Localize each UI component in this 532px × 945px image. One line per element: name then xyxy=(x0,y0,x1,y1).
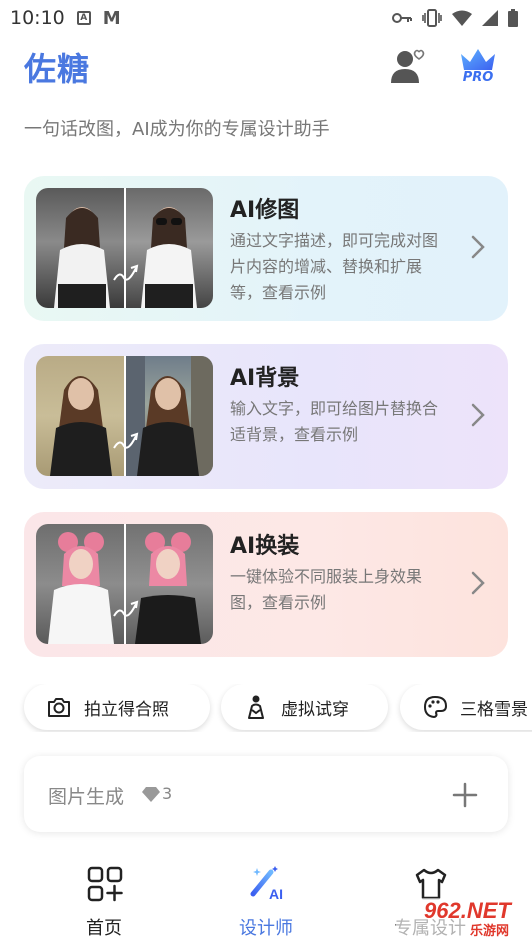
feature-card-ai-background[interactable]: AI背景 输入文字，即可给图片替换合适背景，查看示例 xyxy=(24,344,508,489)
gmail-icon: M xyxy=(102,7,121,29)
before-image xyxy=(36,188,124,308)
app-title: 佐糖 xyxy=(24,50,91,88)
status-left: 10:10 A M xyxy=(10,7,121,29)
chip-label: 拍立得合照 xyxy=(84,699,169,720)
before-after-thumbnail xyxy=(36,188,213,308)
chevron-right-icon xyxy=(471,235,485,259)
person-hanger-icon xyxy=(248,695,264,719)
nav-label: 首页 xyxy=(86,918,122,939)
nav-designer[interactable]: AI 设计师 xyxy=(216,866,316,942)
nav-home[interactable]: 首页 xyxy=(54,866,154,942)
chip-virtual-try-on[interactable]: 虚拟试穿 xyxy=(221,684,388,730)
card-title: AI背景 xyxy=(230,366,300,391)
feature-card-ai-outfit[interactable]: AI换装 一键体验不同服装上身效果图，查看示例 xyxy=(24,512,508,657)
camera-icon xyxy=(48,698,70,717)
before-image xyxy=(36,524,124,644)
vibrate-icon xyxy=(422,9,442,27)
image-divider xyxy=(124,356,126,476)
card-title: AI换装 xyxy=(230,534,300,559)
after-image xyxy=(125,356,213,476)
image-divider xyxy=(124,524,126,644)
status-time: 10:10 xyxy=(10,7,65,29)
site-watermark-logo: 962.NET 乐游网 xyxy=(396,896,532,940)
card-description: 通过文字描述，即可完成对图片内容的增减、替换和扩展等，查看示例 xyxy=(230,231,439,302)
add-icon[interactable] xyxy=(452,782,478,808)
image-generation-label: 图片生成 xyxy=(48,786,125,808)
chip-label: 三格雪景 xyxy=(460,699,528,720)
chevron-right-icon xyxy=(471,571,485,595)
watermark-sub-text: 乐游网 xyxy=(470,924,510,939)
crown-icon xyxy=(461,49,495,70)
ai-magic-wand-icon: AI xyxy=(250,866,283,902)
feature-card-ai-retouch[interactable]: AI修图 通过文字描述，即可完成对图片内容的增减、替换和扩展等，查看示例 xyxy=(24,176,508,321)
image-generation-bar[interactable]: 图片生成 3 xyxy=(24,756,508,832)
card-description: 一键体验不同服装上身效果图，查看示例 xyxy=(230,567,423,612)
chip-triptych-snow[interactable]: 三格雪景 xyxy=(400,684,532,730)
battery-icon xyxy=(508,9,518,27)
notification-a-icon: A xyxy=(76,11,91,25)
magic-arrow-icon xyxy=(113,432,139,449)
before-after-thumbnail xyxy=(36,356,213,476)
palette-icon xyxy=(423,695,448,719)
credit-count: 3 xyxy=(162,784,173,803)
magic-arrow-icon xyxy=(113,264,139,281)
magic-arrow-icon xyxy=(113,600,139,617)
chevron-right-icon xyxy=(471,403,485,427)
before-after-thumbnail xyxy=(36,524,213,644)
image-divider xyxy=(124,188,126,308)
signal-icon xyxy=(482,10,498,26)
card-title: AI修图 xyxy=(230,198,300,223)
wifi-icon xyxy=(452,10,472,26)
user-profile-button[interactable] xyxy=(388,46,428,86)
tagline: 一句话改图，AI成为你的专属设计助手 xyxy=(24,119,330,140)
nav-label: 设计师 xyxy=(239,918,293,939)
gem-icon xyxy=(142,787,160,802)
before-image xyxy=(36,356,124,476)
status-right xyxy=(392,9,518,27)
user-heart-icon xyxy=(391,49,425,83)
after-image xyxy=(125,524,213,644)
status-bar: 10:10 A M xyxy=(0,0,532,36)
home-grid-icon xyxy=(87,866,123,902)
pro-button[interactable]: PRO xyxy=(458,46,498,86)
after-image xyxy=(125,188,213,308)
card-description: 输入文字，即可给图片替换合适背景，查看示例 xyxy=(230,399,439,444)
key-icon xyxy=(392,13,412,23)
pro-badge-label: PRO xyxy=(462,70,494,85)
feature-chip-row: 拍立得合照 虚拟试穿 三格雪景 xyxy=(0,684,532,732)
svg-text:AI: AI xyxy=(269,886,283,902)
chip-polaroid-photo[interactable]: 拍立得合照 xyxy=(24,684,210,730)
chip-label: 虚拟试穿 xyxy=(281,699,349,720)
